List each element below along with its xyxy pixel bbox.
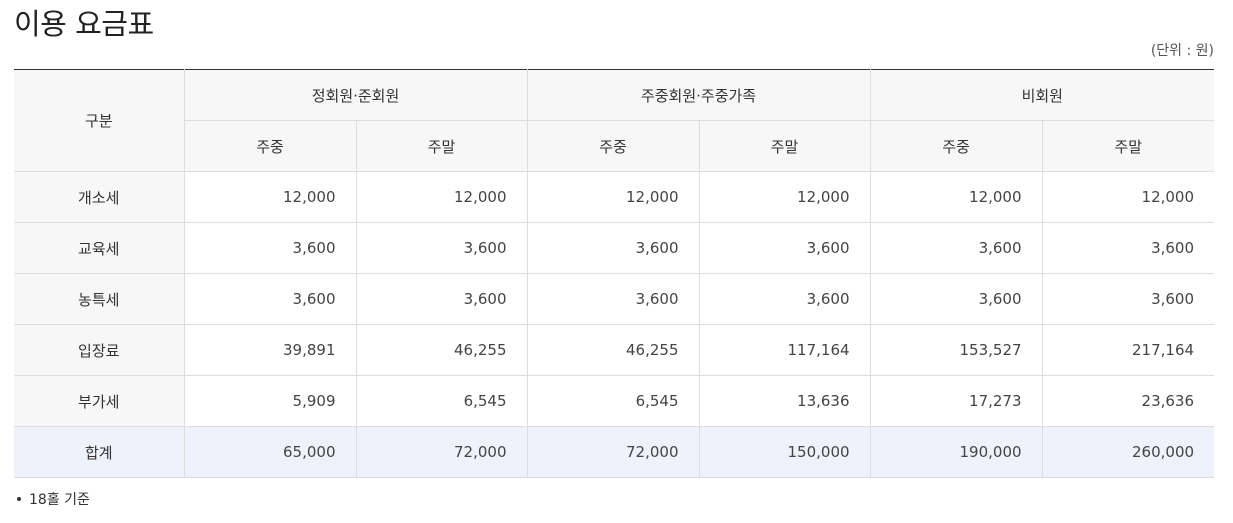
row-label: 농특세	[14, 273, 184, 325]
table-cell: 153,527	[869, 324, 1043, 376]
table-cell: 72,000	[526, 426, 700, 478]
table-cell: 3,600	[526, 222, 700, 274]
footnote-text: 18홀 기준	[29, 492, 90, 508]
table-cell: 5,909	[183, 375, 356, 427]
table-cell: 260,000	[1041, 426, 1215, 478]
header-weekend: 주말	[355, 120, 528, 172]
table-cell: 12,000	[183, 171, 356, 223]
header-weekday: 주중	[526, 120, 700, 172]
header-group-regular-member: 정회원·준회원	[183, 69, 528, 121]
table-cell: 12,000	[355, 171, 528, 223]
table-cell: 12,000	[869, 171, 1043, 223]
table-cell: 46,255	[526, 324, 700, 376]
table-row: 개소세 12,000 12,000 12,000 12,000 12,000 1…	[14, 171, 1215, 223]
table-cell: 3,600	[526, 273, 700, 325]
table-cell: 3,600	[698, 222, 871, 274]
table-cell: 12,000	[698, 171, 871, 223]
table-cell: 39,891	[183, 324, 356, 376]
header-weekday: 주중	[183, 120, 356, 172]
table-cell: 12,000	[526, 171, 700, 223]
table-cell: 12,000	[1041, 171, 1215, 223]
row-label: 부가세	[14, 375, 184, 427]
header-category: 구분	[14, 69, 184, 172]
table-cell: 72,000	[355, 426, 528, 478]
header-weekend: 주말	[698, 120, 871, 172]
page-title: 이용 요금표	[14, 7, 154, 41]
table-cell: 190,000	[869, 426, 1043, 478]
header-group-weekday-member: 주중회원·주중가족	[526, 69, 871, 121]
table-cell: 3,600	[355, 273, 528, 325]
table-cell: 13,636	[698, 375, 871, 427]
header-group-non-member: 비회원	[869, 69, 1215, 121]
table-cell: 217,164	[1041, 324, 1215, 376]
table-cell: 3,600	[183, 273, 356, 325]
table-row-total: 합계 65,000 72,000 72,000 150,000 190,000 …	[14, 426, 1215, 478]
table-row: 입장료 39,891 46,255 46,255 117,164 153,527…	[14, 324, 1215, 376]
row-label: 교육세	[14, 222, 184, 274]
table-cell: 3,600	[1041, 222, 1215, 274]
table-cell: 117,164	[698, 324, 871, 376]
row-label: 합계	[14, 426, 184, 478]
table-cell: 3,600	[869, 222, 1043, 274]
table-row: 교육세 3,600 3,600 3,600 3,600 3,600 3,600	[14, 222, 1215, 274]
header-row-groups: 구분 정회원·준회원 주중회원·주중가족 비회원	[14, 69, 1215, 172]
table-cell: 150,000	[698, 426, 871, 478]
table-cell: 6,545	[526, 375, 700, 427]
table-cell: 3,600	[869, 273, 1043, 325]
header-weekday: 주중	[869, 120, 1043, 172]
fee-table: 구분 정회원·준회원 주중회원·주중가족 비회원 주중 주말 주중 주말 주중 …	[14, 69, 1215, 478]
table-cell: 6,545	[355, 375, 528, 427]
table-cell: 17,273	[869, 375, 1043, 427]
unit-label: (단위 : 원)	[1150, 43, 1214, 59]
table-cell: 3,600	[1041, 273, 1215, 325]
header-row-days: 주중 주말 주중 주말 주중 주말	[14, 120, 1215, 172]
table-row: 농특세 3,600 3,600 3,600 3,600 3,600 3,600	[14, 273, 1215, 325]
table-cell: 46,255	[355, 324, 528, 376]
row-label: 입장료	[14, 324, 184, 376]
table-cell: 3,600	[698, 273, 871, 325]
table-cell: 65,000	[183, 426, 356, 478]
footnote: 18홀 기준	[14, 489, 90, 509]
table-row: 부가세 5,909 6,545 6,545 13,636 17,273 23,6…	[14, 375, 1215, 427]
table-cell: 3,600	[355, 222, 528, 274]
row-label: 개소세	[14, 171, 184, 223]
bullet-icon	[17, 497, 21, 501]
table-cell: 3,600	[183, 222, 356, 274]
table-cell: 23,636	[1041, 375, 1215, 427]
header-weekend: 주말	[1041, 120, 1215, 172]
